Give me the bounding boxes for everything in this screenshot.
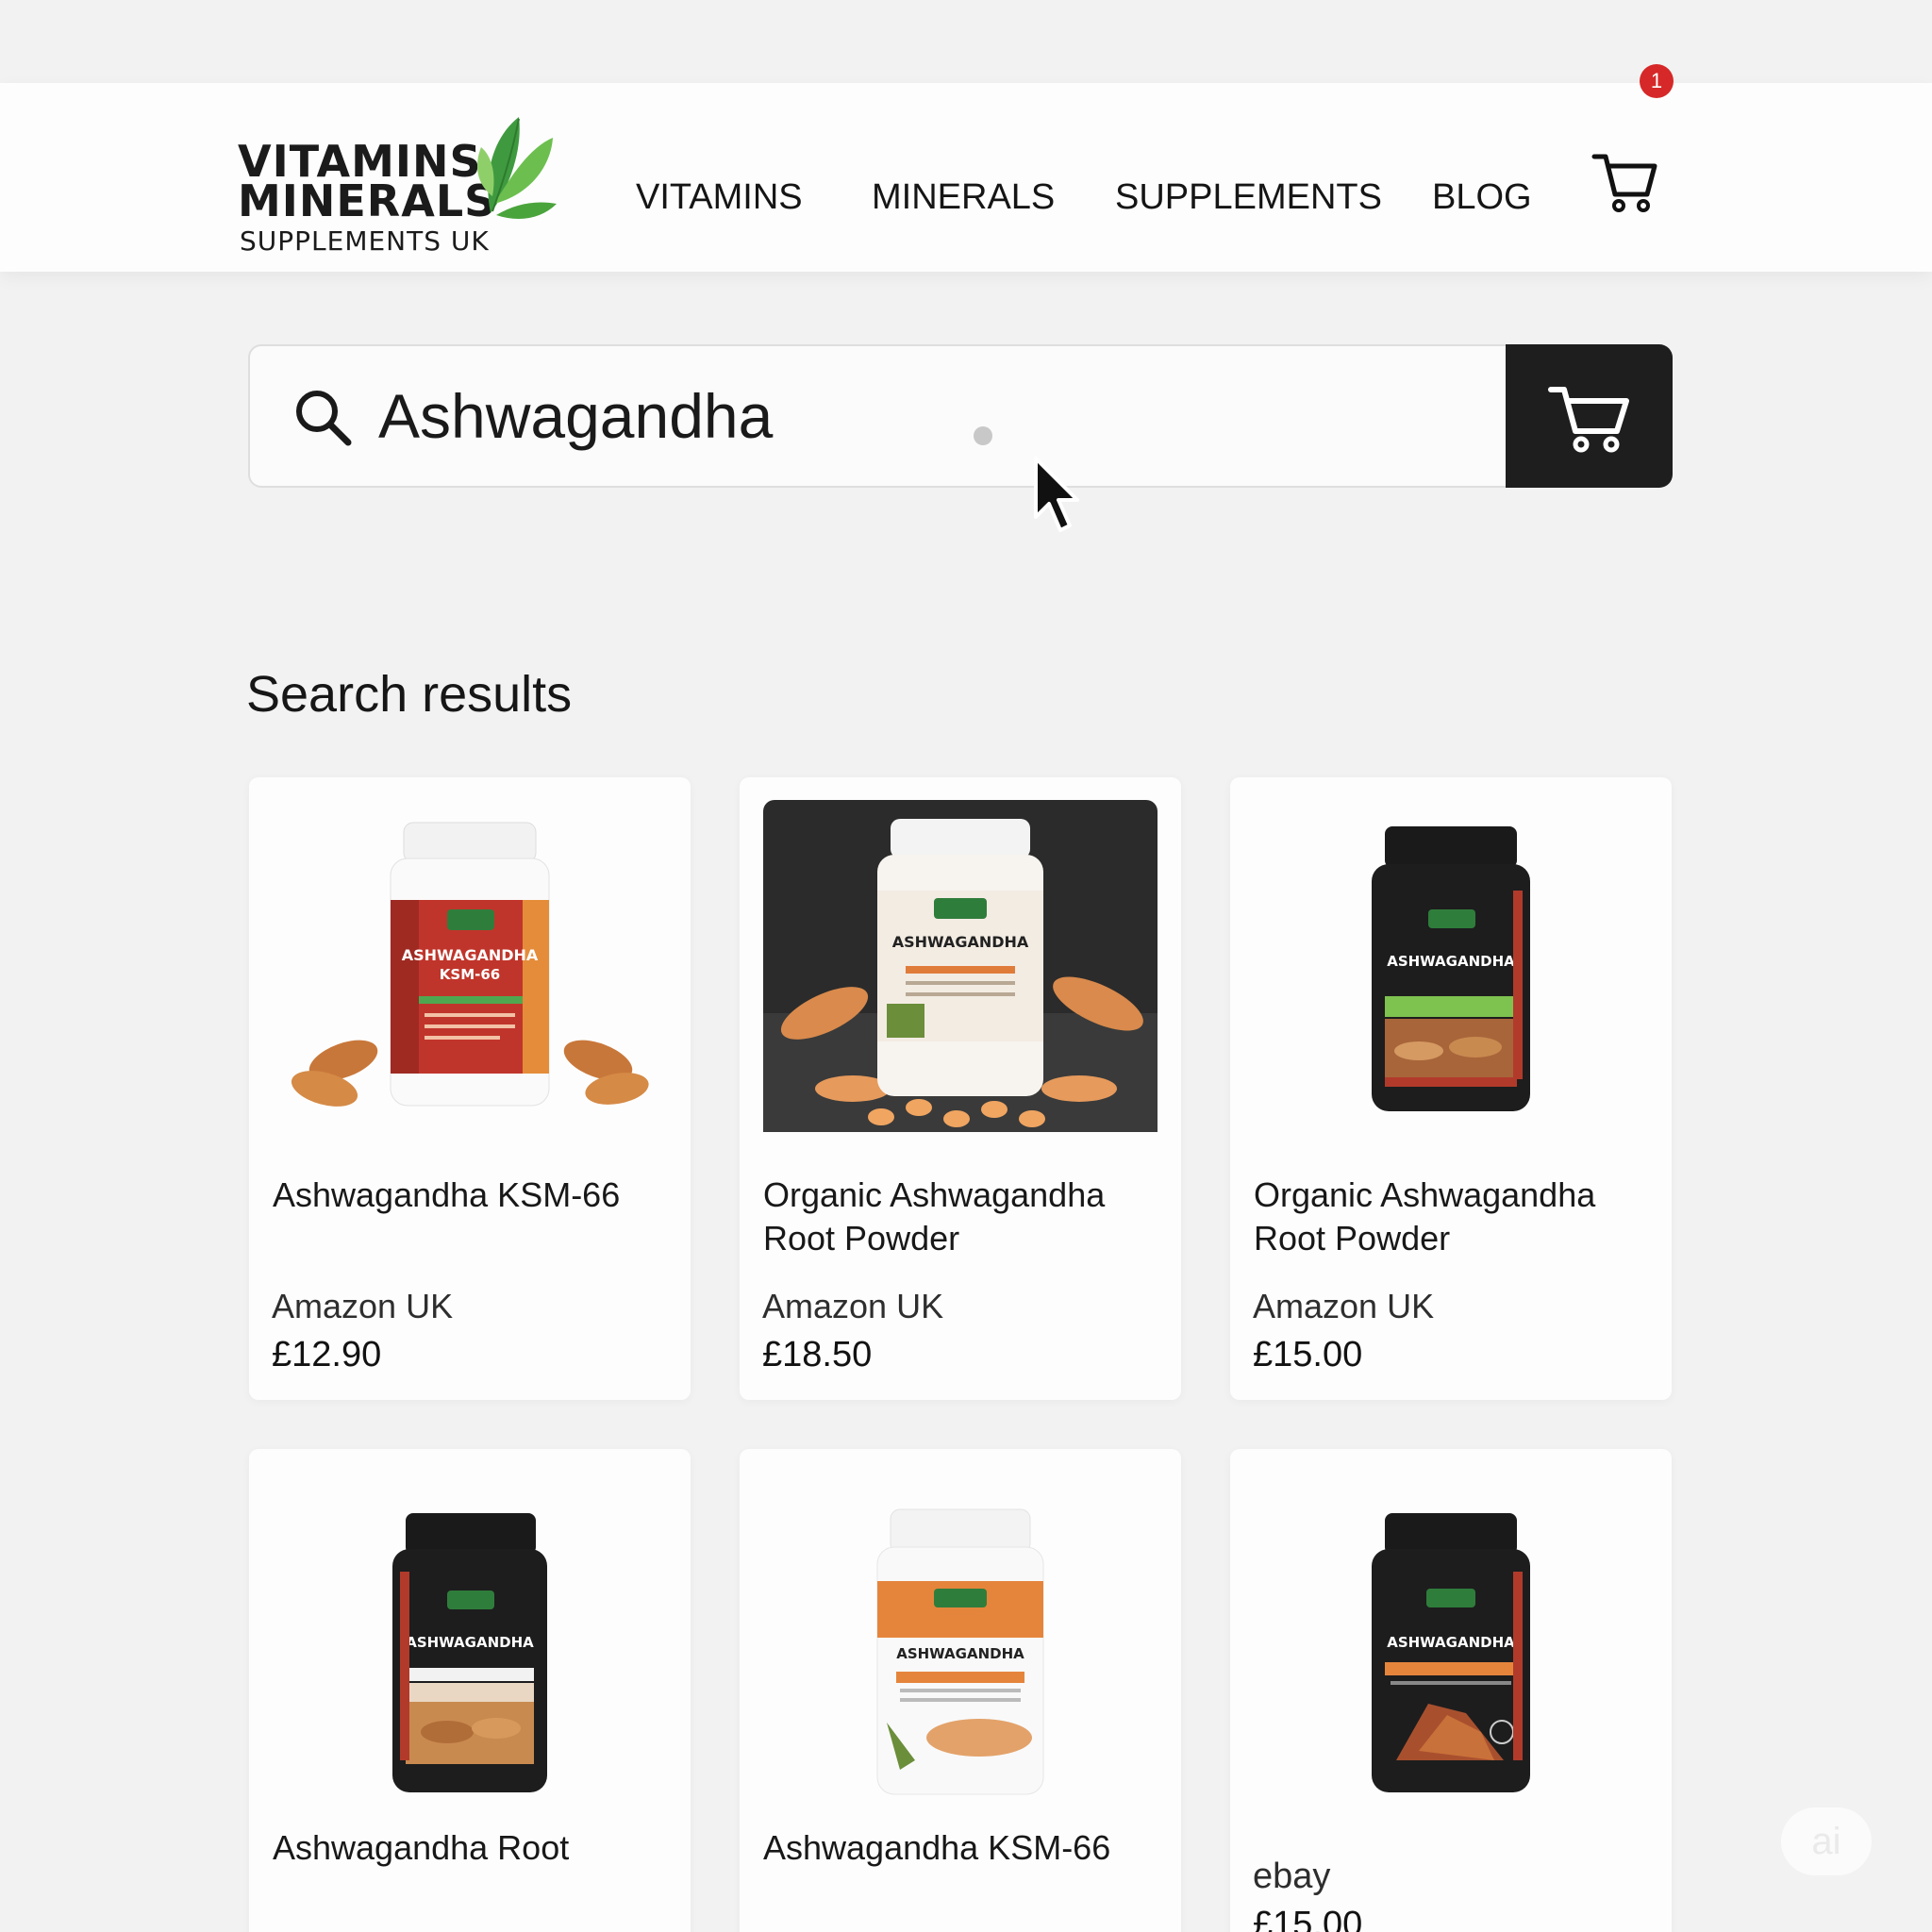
svg-text:KSM-66: KSM-66 bbox=[440, 966, 500, 983]
svg-text:ASHWAGANDHA: ASHWAGANDHA bbox=[406, 1634, 534, 1651]
product-image: ASHWAGANDHA bbox=[876, 1508, 1044, 1795]
product-card[interactable]: ASHWAGANDHA KSM-66 Ashwagandha KSM-66 Am… bbox=[249, 777, 691, 1400]
cart-icon bbox=[1591, 154, 1657, 212]
product-name[interactable]: Ashwagandha KSM-66 bbox=[273, 1174, 678, 1217]
svg-text:ASHWAGANDHA: ASHWAGANDHA bbox=[1387, 1634, 1515, 1651]
search-input[interactable] bbox=[378, 369, 1463, 463]
product-store: Amazon UK bbox=[762, 1287, 944, 1325]
product-card[interactable]: ASHWAGANDHA ebay £15.00 bbox=[1230, 1449, 1672, 1932]
product-store: Amazon UK bbox=[272, 1287, 454, 1325]
product-card[interactable]: ASHWAGANDHA Organic Ashwagandha Root Pow… bbox=[740, 777, 1181, 1400]
product-store: ebay bbox=[1253, 1857, 1331, 1896]
ai-watermark: ai bbox=[1781, 1807, 1872, 1875]
nav-item-blog[interactable]: BLOG bbox=[1432, 174, 1532, 221]
site-logo[interactable]: VITAMINS MINERALS SUPPLEMENTS UK bbox=[238, 109, 558, 255]
mouse-cursor-icon bbox=[1034, 457, 1079, 532]
search-icon bbox=[296, 391, 352, 446]
product-name[interactable]: Organic Ashwagandha Root Powder bbox=[1254, 1174, 1659, 1260]
product-image: ASHWAGANDHA bbox=[392, 1513, 547, 1792]
product-image: ASHWAGANDHA bbox=[763, 800, 1158, 1132]
logo-text-supplements-uk: SUPPLEMENTS UK bbox=[240, 225, 490, 257]
nav-item-vitamins[interactable]: VITAMINS bbox=[636, 174, 803, 221]
click-indicator bbox=[974, 426, 992, 445]
product-store: Amazon UK bbox=[1253, 1287, 1435, 1325]
product-image: ASHWAGANDHA bbox=[1372, 826, 1530, 1111]
product-price: £15.00 bbox=[1253, 1905, 1363, 1932]
product-card[interactable]: ASHWAGANDHA Organic Ashwagandha Root Pow… bbox=[1230, 777, 1672, 1400]
cart-icon bbox=[1548, 387, 1629, 453]
cart-count-badge: 1 bbox=[1640, 64, 1674, 98]
product-image: ASHWAGANDHA bbox=[1372, 1513, 1530, 1792]
nav-item-supplements[interactable]: SUPPLEMENTS bbox=[1115, 174, 1382, 221]
product-name[interactable]: Ashwagandha KSM-66 bbox=[763, 1826, 1169, 1870]
leaf-icon bbox=[477, 117, 557, 219]
site-header: VITAMINS MINERALS SUPPLEMENTS UK VITAMIN… bbox=[0, 83, 1932, 272]
product-image: ASHWAGANDHA KSM-66 bbox=[291, 822, 649, 1107]
svg-text:ASHWAGANDHA: ASHWAGANDHA bbox=[892, 933, 1029, 951]
svg-text:ASHWAGANDHA: ASHWAGANDHA bbox=[1387, 953, 1515, 970]
search-submit-button[interactable] bbox=[1506, 344, 1673, 488]
search-bar bbox=[248, 344, 1673, 488]
product-card[interactable]: ASHWAGANDHA Ashwagandha KSM-66 bbox=[740, 1449, 1181, 1932]
product-name[interactable]: Ashwagandha Root bbox=[273, 1826, 678, 1870]
svg-text:ASHWAGANDHA: ASHWAGANDHA bbox=[402, 946, 539, 964]
product-price: £12.90 bbox=[272, 1335, 382, 1374]
header-cart-button[interactable] bbox=[1591, 147, 1658, 215]
product-price: £15.00 bbox=[1253, 1335, 1363, 1374]
search-results-heading: Search results bbox=[246, 666, 573, 723]
product-card[interactable]: ASHWAGANDHA Ashwagandha Root bbox=[249, 1449, 691, 1932]
product-name[interactable]: Organic Ashwagandha Root Powder bbox=[763, 1174, 1169, 1260]
nav-item-minerals[interactable]: MINERALS bbox=[872, 174, 1055, 221]
product-price: £18.50 bbox=[762, 1335, 873, 1374]
svg-text:ASHWAGANDHA: ASHWAGANDHA bbox=[896, 1645, 1024, 1662]
logo-text-minerals: MINERALS bbox=[238, 175, 497, 226]
